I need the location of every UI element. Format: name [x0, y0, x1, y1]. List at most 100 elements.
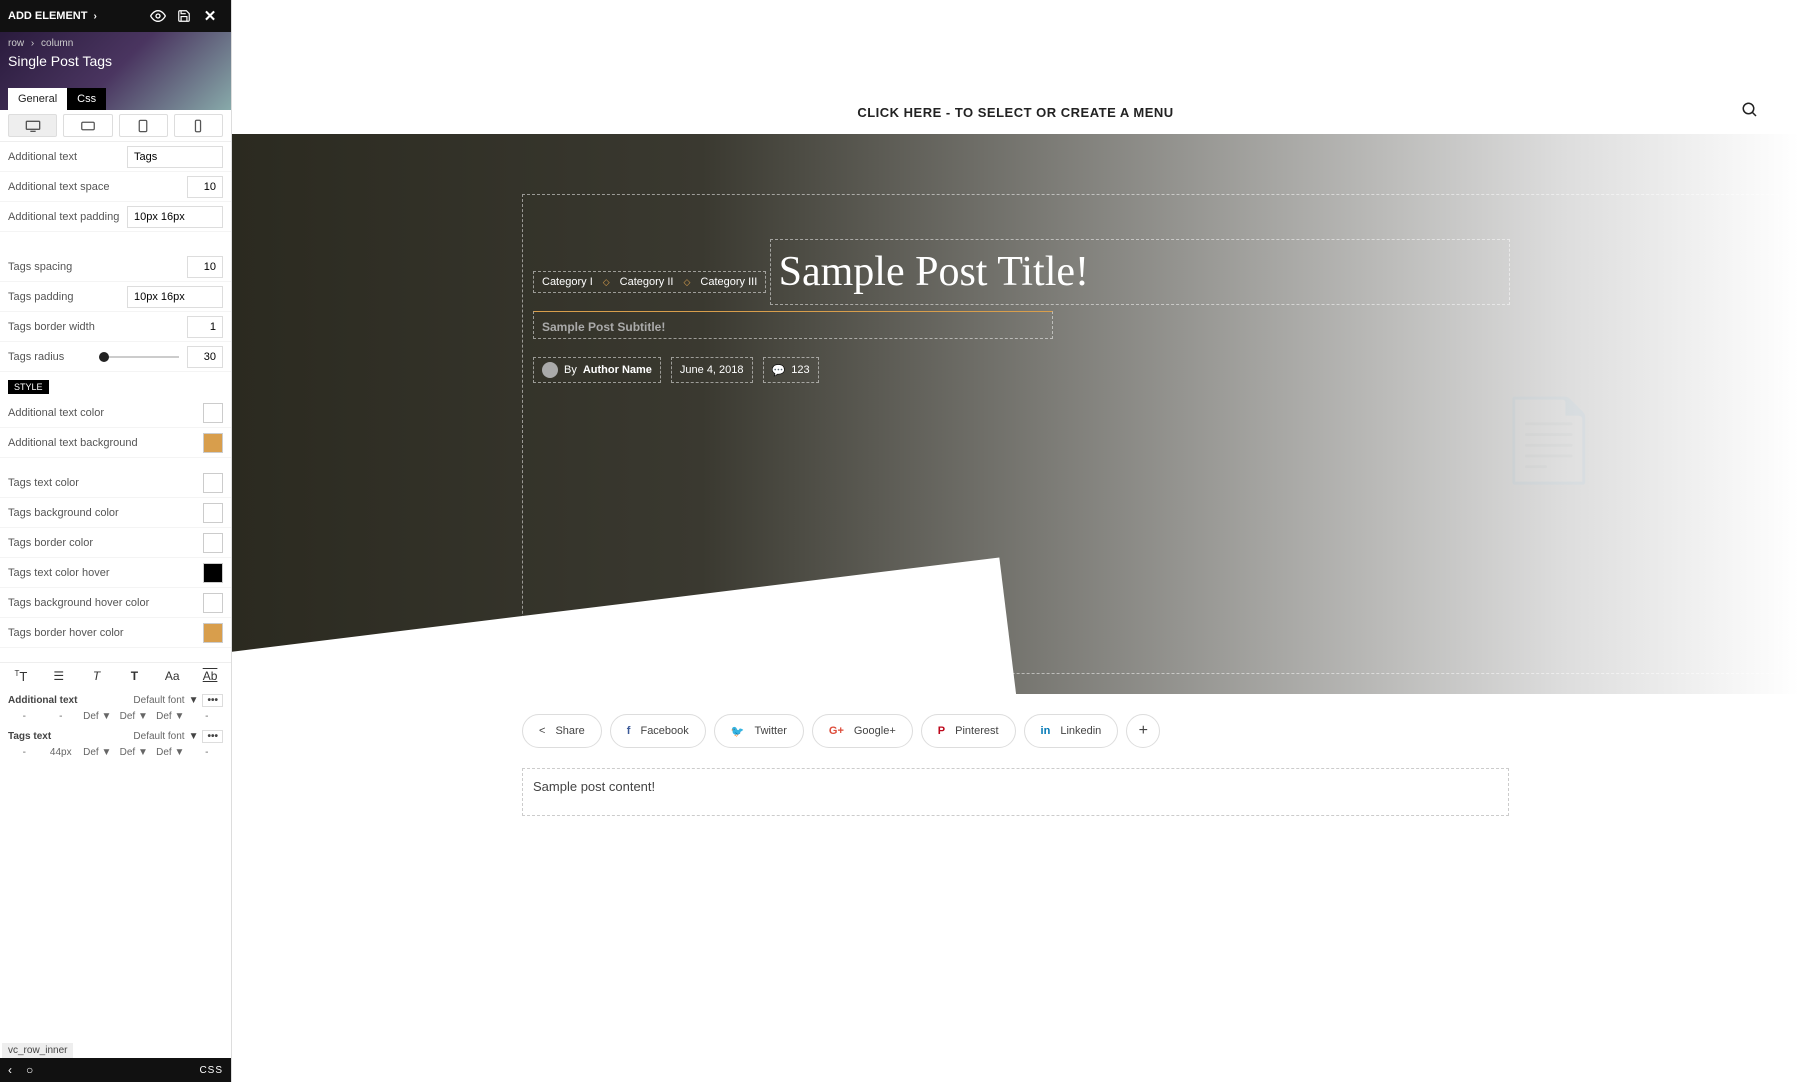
- swatch-tags-border-hover[interactable]: [203, 623, 223, 643]
- diamond-icon: ◇: [683, 277, 690, 288]
- color-tags-border: Tags border color: [0, 528, 231, 558]
- hero-section: Category I ◇ Category II ◇ Category III …: [232, 134, 1799, 694]
- post-title-box[interactable]: Sample Post Title!: [770, 239, 1510, 305]
- categories-row[interactable]: Category I ◇ Category II ◇ Category III: [533, 271, 766, 293]
- twitter-icon: 🐦: [731, 725, 745, 738]
- color-tags-text: Tags text color: [0, 468, 231, 498]
- device-tablet-icon[interactable]: [119, 114, 168, 137]
- letter-spacing-icon[interactable]: Ab: [197, 669, 223, 684]
- meta-row: By Author Name June 4, 2018 💬 123: [533, 357, 1768, 383]
- post-content-box[interactable]: Sample post content!: [522, 768, 1509, 816]
- category-link[interactable]: Category III: [700, 276, 757, 288]
- italic-icon[interactable]: T: [84, 669, 110, 684]
- settings-sidebar: ADD ELEMENT › ✕ row › column Single Post…: [0, 0, 232, 1082]
- field-additional-text: Additional text: [0, 142, 231, 172]
- share-icon: <: [539, 725, 545, 737]
- css-button[interactable]: CSS: [199, 1065, 223, 1076]
- color-tags-background-hover: Tags background hover color: [0, 588, 231, 618]
- close-icon[interactable]: ✕: [197, 7, 223, 25]
- post-content: Sample post content!: [533, 779, 655, 794]
- line-height-icon[interactable]: ☰: [46, 669, 72, 684]
- vc-row-inner-label[interactable]: vc_row_inner: [2, 1043, 73, 1058]
- device-selector: [0, 110, 231, 142]
- input-tags-border-width[interactable]: [187, 316, 223, 338]
- breadcrumb-row[interactable]: row: [8, 38, 24, 49]
- menu-placeholder[interactable]: CLICK HERE - TO SELECT OR CREATE A MENU: [857, 105, 1173, 120]
- google-button[interactable]: G+Google+: [812, 714, 913, 748]
- typo-more-button[interactable]: •••: [202, 730, 223, 743]
- slider-tags-radius[interactable]: [99, 356, 179, 358]
- add-element-label: ADD ELEMENT: [8, 10, 87, 22]
- more-share-button[interactable]: +: [1126, 714, 1160, 748]
- facebook-icon: f: [627, 725, 631, 737]
- typo-more-button[interactable]: •••: [202, 694, 223, 707]
- field-additional-text-padding: Additional text padding: [0, 202, 231, 232]
- swatch-tags-border[interactable]: [203, 533, 223, 553]
- document-placeholder-icon: 📄: [1499, 394, 1599, 488]
- add-element-button[interactable]: ADD ELEMENT ›: [8, 10, 97, 22]
- circle-icon[interactable]: ○: [26, 1063, 33, 1077]
- swatch-tags-text-hover[interactable]: [203, 563, 223, 583]
- back-icon[interactable]: ‹: [8, 1063, 12, 1077]
- swatch-additional-text-background[interactable]: [203, 433, 223, 453]
- preview-icon[interactable]: [145, 8, 171, 24]
- menu-bar: CLICK HERE - TO SELECT OR CREATE A MENU: [232, 90, 1799, 134]
- color-tags-background: Tags background color: [0, 498, 231, 528]
- post-title: Sample Post Title!: [779, 248, 1501, 296]
- font-size-icon[interactable]: TT: [8, 669, 34, 684]
- input-tags-radius[interactable]: [187, 346, 223, 368]
- search-icon[interactable]: [1741, 101, 1759, 124]
- typography-icons: TT ☰ T T Aa Ab: [0, 662, 231, 690]
- top-bar: ADD ELEMENT › ✕: [0, 0, 231, 32]
- author-name: Author Name: [583, 364, 652, 376]
- comments-box[interactable]: 💬 123: [763, 357, 819, 383]
- post-date: June 4, 2018: [680, 364, 744, 376]
- tab-general[interactable]: General: [8, 88, 67, 110]
- input-additional-text-padding[interactable]: [127, 206, 223, 228]
- field-tags-padding: Tags padding: [0, 282, 231, 312]
- swatch-additional-text-color[interactable]: [203, 403, 223, 423]
- pinterest-icon: P: [938, 725, 945, 737]
- input-additional-text[interactable]: [127, 146, 223, 168]
- input-tags-padding[interactable]: [127, 286, 223, 308]
- device-all-icon[interactable]: [8, 114, 57, 137]
- field-additional-text-space: Additional text space: [0, 172, 231, 202]
- post-subtitle-box[interactable]: Sample Post Subtitle!: [533, 311, 1053, 339]
- author-box[interactable]: By Author Name: [533, 357, 661, 383]
- context-bar: row › column Single Post Tags General Cs…: [0, 32, 231, 110]
- field-tags-border-width: Tags border width: [0, 312, 231, 342]
- dropdown-arrow-icon[interactable]: ▼: [189, 731, 199, 742]
- dropdown-arrow-icon[interactable]: ▼: [189, 695, 199, 706]
- post-subtitle: Sample Post Subtitle!: [542, 320, 665, 334]
- twitter-button[interactable]: 🐦Twitter: [714, 714, 804, 748]
- save-icon[interactable]: [171, 9, 197, 23]
- comment-icon: 💬: [772, 364, 786, 377]
- breadcrumb: row › column: [8, 38, 223, 49]
- input-additional-text-space[interactable]: [187, 176, 223, 198]
- avatar: [542, 362, 558, 378]
- color-additional-text-background: Additional text background: [0, 428, 231, 458]
- pinterest-button[interactable]: PPinterest: [921, 714, 1016, 748]
- swatch-tags-background-hover[interactable]: [203, 593, 223, 613]
- input-tags-spacing[interactable]: [187, 256, 223, 278]
- field-tags-radius: Tags radius: [0, 342, 231, 372]
- linkedin-button[interactable]: inLinkedin: [1024, 714, 1119, 748]
- facebook-button[interactable]: fFacebook: [610, 714, 706, 748]
- swatch-tags-background[interactable]: [203, 503, 223, 523]
- swatch-tags-text[interactable]: [203, 473, 223, 493]
- style-section-label: STYLE: [8, 380, 49, 394]
- text-transform-icon[interactable]: Aa: [159, 669, 185, 684]
- color-additional-text-color: Additional text color: [0, 398, 231, 428]
- date-box[interactable]: June 4, 2018: [671, 357, 753, 383]
- linkedin-icon: in: [1041, 725, 1051, 737]
- share-button[interactable]: < Share: [522, 714, 602, 748]
- device-landscape-icon[interactable]: [63, 114, 112, 137]
- category-link[interactable]: Category I: [542, 276, 593, 288]
- bold-icon[interactable]: T: [121, 669, 147, 684]
- color-tags-text-hover: Tags text color hover: [0, 558, 231, 588]
- device-phone-icon[interactable]: [174, 114, 223, 137]
- category-link[interactable]: Category II: [620, 276, 674, 288]
- googleplus-icon: G+: [829, 725, 844, 737]
- breadcrumb-column[interactable]: column: [41, 38, 73, 49]
- tab-css[interactable]: Css: [67, 88, 106, 110]
